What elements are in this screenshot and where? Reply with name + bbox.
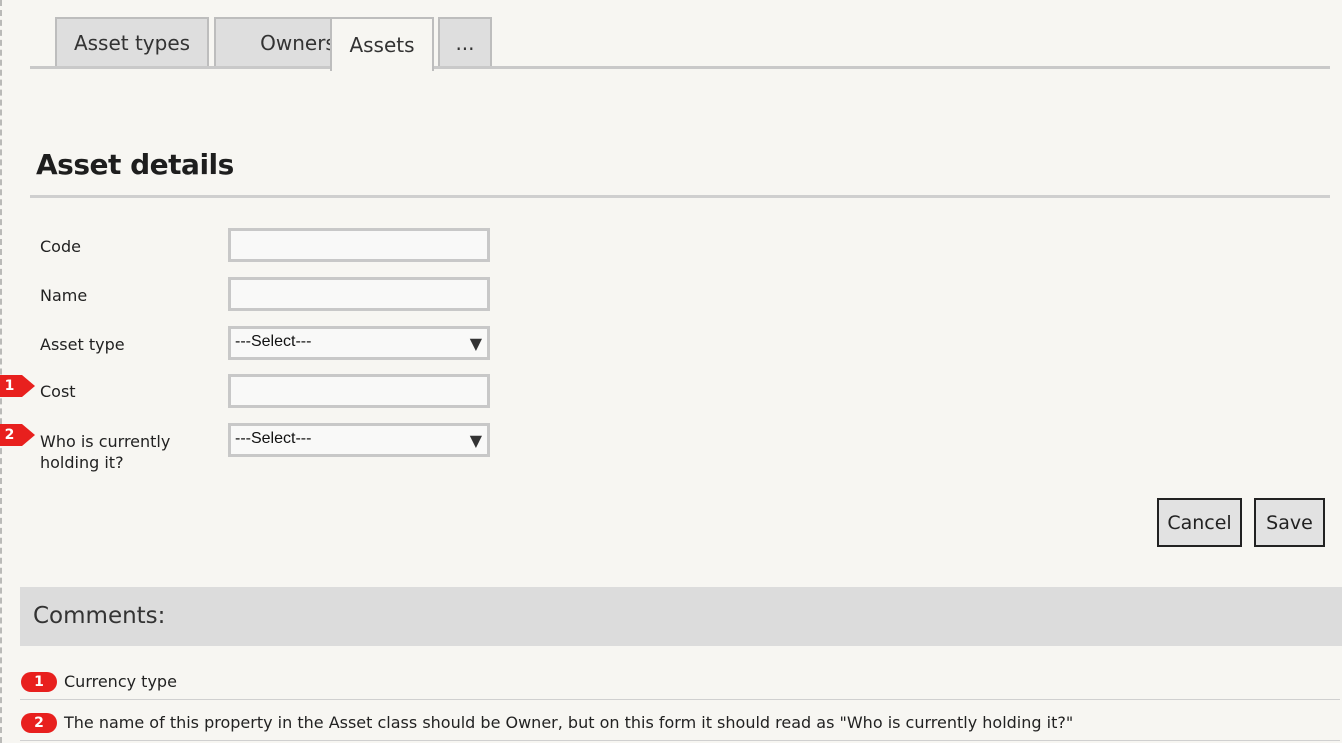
tab-divider [30,66,1330,69]
cost-input[interactable] [228,374,490,408]
comment-number-badge: 2 [21,713,57,733]
holder-select[interactable]: ---Select--- ▼ [228,423,490,457]
tab-asset-types[interactable]: Asset types [55,17,209,67]
annotation-marker-1: 1 [0,375,35,397]
tab-more[interactable]: ... [438,17,492,67]
name-label: Name [40,286,88,305]
asset-type-select[interactable]: ---Select--- ▼ [228,326,490,360]
asset-type-selected-value: ---Select--- [235,333,312,350]
cancel-button[interactable]: Cancel [1157,498,1242,547]
holder-label: Who is currently holding it? [40,432,171,472]
cost-label: Cost [40,382,76,401]
comment-item: 1 Currency type [20,662,1340,700]
save-button[interactable]: Save [1254,498,1325,547]
comment-item: 2 The name of this property in the Asset… [20,703,1340,741]
comment-text: The name of this property in the Asset c… [64,713,1074,732]
chevron-down-icon: ▼ [469,334,482,353]
comments-title: Comments: [33,603,166,629]
name-input[interactable] [228,277,490,311]
comment-number-badge: 1 [21,672,57,692]
comment-text: Currency type [64,672,177,691]
code-label: Code [40,237,81,256]
code-input[interactable] [228,228,490,262]
tab-assets[interactable]: Assets [330,17,434,71]
page-title: Asset details [36,148,234,181]
asset-type-label: Asset type [40,335,125,354]
chevron-down-icon: ▼ [469,431,482,450]
comments-header: Comments: [20,587,1342,646]
heading-divider [30,195,1330,198]
annotation-marker-2: 2 [0,424,35,446]
holder-selected-value: ---Select--- [235,430,312,447]
page-edge [0,0,5,743]
